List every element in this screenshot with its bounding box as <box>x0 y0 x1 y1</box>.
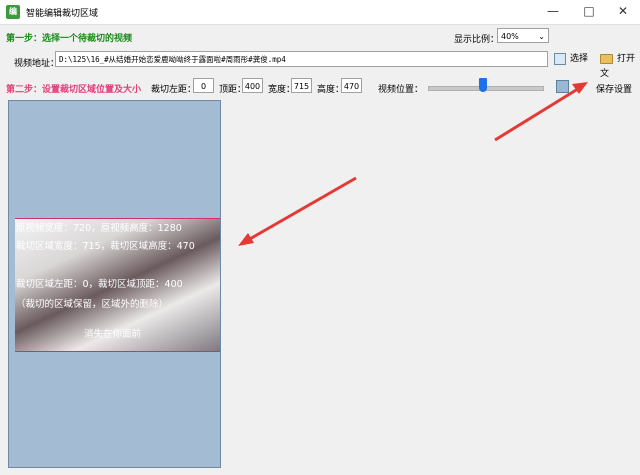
save-icon[interactable] <box>556 80 569 93</box>
arrow-to-save-line <box>494 85 582 142</box>
app-icon: 编 <box>6 5 20 19</box>
chevron-down-icon: ⌄ <box>538 32 545 41</box>
slider-thumb[interactable] <box>479 78 487 92</box>
window-title: 智能编辑裁切区域 <box>26 9 99 19</box>
display-ratio-select[interactable]: 40% ⌄ <box>497 28 549 43</box>
video-path-input[interactable]: D:\125\16_#从结婚开始恋爱鹿呦呦终于露面啦#周雨彤#龚俊.mp4 <box>55 51 548 67</box>
video-path-label: 视频地址： <box>14 59 60 69</box>
select-button-label: 选择 <box>570 54 589 64</box>
crop-left-input[interactable]: 0 <box>193 78 214 93</box>
display-ratio-value: 40% <box>501 32 519 41</box>
maximize-icon[interactable]: □ <box>572 0 606 24</box>
crop-left-label: 裁切左距： <box>151 85 197 95</box>
arrow-to-save-head <box>572 82 588 94</box>
video-subtitle: 消失在你面前 <box>84 329 142 340</box>
crop-note-text: （裁切的区域保留，区域外的删除） <box>16 299 169 310</box>
arrow-to-preview-line <box>247 176 357 242</box>
arrow-to-preview-head <box>238 233 254 246</box>
crop-offset-text: 裁切区域左距：0，裁切区域顶距：400 <box>16 279 183 290</box>
search-icon <box>554 52 566 65</box>
step1-label: 第一步：选择一个待裁切的视频 <box>6 34 133 44</box>
display-ratio-label: 显示比例： <box>454 35 500 45</box>
save-settings-button[interactable]: 保存设置 <box>596 82 632 95</box>
folder-icon <box>600 53 613 64</box>
minimize-icon[interactable]: — <box>536 0 570 24</box>
step2-label: 第二步：设置裁切区域位置及大小 <box>6 85 142 95</box>
video-position-label: 视频位置： <box>378 85 424 95</box>
crop-top-input[interactable]: 400 <box>242 78 263 93</box>
original-size-text: 原视频宽度：720，原视频高度：1280 <box>16 223 182 234</box>
open-folder-button[interactable]: 打开文 <box>600 52 640 79</box>
crop-height-input[interactable]: 470 <box>341 78 362 93</box>
crop-size-text: 裁切区域宽度：715，裁切区域高度：470 <box>16 241 195 252</box>
title-bar: 编 智能编辑裁切区域 — □ ✕ <box>0 0 640 25</box>
crop-height-label: 高度： <box>317 85 345 95</box>
close-icon[interactable]: ✕ <box>606 0 640 24</box>
crop-width-input[interactable]: 715 <box>291 78 312 93</box>
select-button[interactable]: 选择 <box>554 52 588 67</box>
